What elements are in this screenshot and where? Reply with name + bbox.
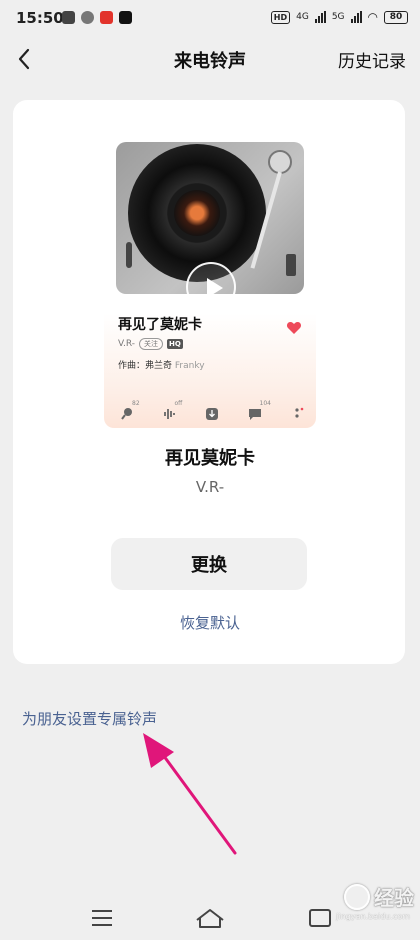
watermark-url: jingyan.baidu.com: [336, 912, 410, 921]
back-nav-icon[interactable]: [306, 906, 334, 930]
waveform-icon[interactable]: off: [161, 400, 182, 422]
home-icon[interactable]: [194, 906, 226, 930]
red-app-icon: [100, 11, 113, 24]
tonearm-base: [268, 150, 292, 174]
signal-5g-label: 5G: [331, 12, 345, 22]
heart-icon[interactable]: [286, 320, 302, 336]
cover-action-bar: 82 off 104: [118, 400, 306, 422]
follow-button[interactable]: 关注: [139, 338, 163, 350]
tiktok-icon: [119, 11, 132, 24]
more-icon[interactable]: [288, 406, 306, 422]
set-friend-ringtone-link[interactable]: 为朋友设置专属铃声: [22, 708, 157, 729]
play-button-icon[interactable]: [186, 262, 236, 312]
history-button[interactable]: 历史记录: [338, 47, 406, 72]
composer-line: 作曲：弗兰奇 Franky: [118, 358, 205, 371]
cover-song-title: 再见了莫妮卡: [118, 317, 202, 333]
watermark-text: 经验: [374, 886, 414, 910]
change-ringtone-button[interactable]: 更换: [111, 538, 307, 590]
record-label: [174, 190, 220, 236]
paw-icon: [344, 883, 370, 910]
status-right: HD 4G 5G ◠ 80: [270, 10, 408, 24]
song-cover-preview[interactable]: 再见了莫妮卡 V.R- 关注 HQ 作曲：弗兰奇 Franky 82 off 1…: [104, 142, 316, 428]
signal-bars-icon: [350, 11, 362, 23]
composer-name: 弗兰奇: [145, 361, 173, 371]
image-icon: [62, 11, 75, 24]
chat-bubble-icon[interactable]: 104: [246, 400, 271, 422]
menu-icon[interactable]: [88, 906, 116, 930]
watermark-logo: 经验: [344, 882, 414, 911]
app-icon: [81, 11, 94, 24]
comment-mic-icon[interactable]: 82: [118, 400, 140, 422]
signal-bars-icon: [314, 11, 326, 23]
turntable-slider: [286, 254, 296, 276]
cover-artist: V.R-: [118, 339, 135, 349]
signal-4g-label: 4G: [296, 12, 309, 22]
notification-icons: [62, 11, 132, 24]
top-bar: 来电铃声 历史记录: [0, 36, 420, 82]
composer-alias: Franky: [174, 361, 205, 371]
status-time: 15:50: [16, 9, 64, 27]
hq-badge: HQ: [167, 339, 183, 349]
vinyl-record: [128, 144, 266, 282]
composer-label: 作曲：: [118, 361, 146, 371]
hd-badge: HD: [270, 10, 291, 24]
restore-default-link[interactable]: 恢复默认: [0, 612, 420, 633]
turntable-knob: [126, 242, 132, 268]
wifi-icon: ◠: [367, 10, 378, 24]
cover-artist-row: V.R- 关注 HQ: [118, 338, 183, 350]
battery-indicator: 80: [384, 10, 408, 24]
status-bar: 15:50 HD 4G 5G ◠ 80: [0, 0, 420, 36]
ringtone-artist: V.R-: [195, 478, 225, 496]
download-icon[interactable]: [203, 406, 221, 422]
ringtone-name: 再见莫妮卡: [165, 448, 255, 469]
